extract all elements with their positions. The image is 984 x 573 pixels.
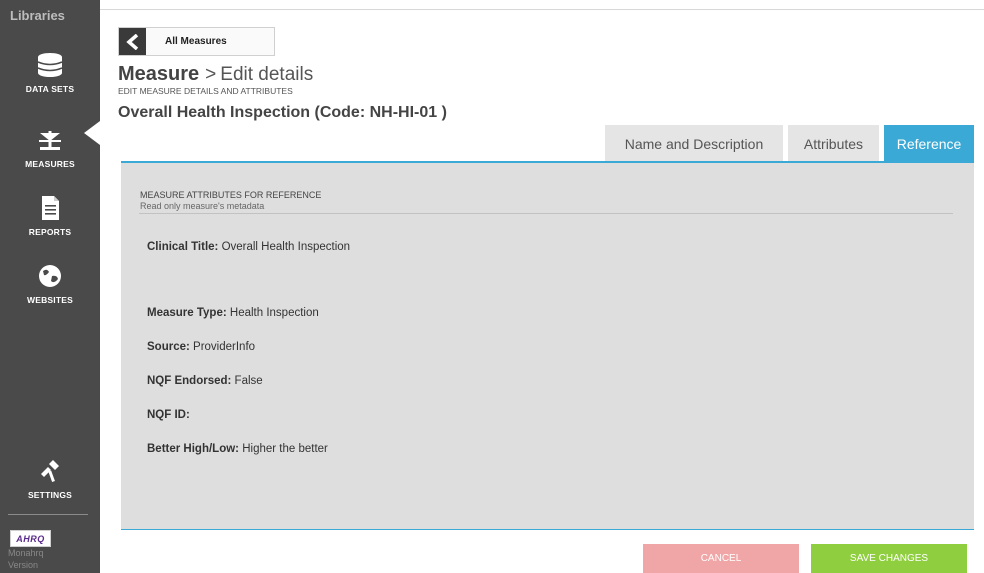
save-changes-button[interactable]: SAVE CHANGES (811, 544, 967, 573)
attribute-label: Source: (147, 341, 190, 353)
page-title-main: Measure (118, 63, 200, 85)
attribute-source: Source: ProviderInfo (147, 341, 255, 353)
active-indicator (84, 121, 100, 145)
header-divider (100, 9, 984, 10)
sidebar-item-data-sets[interactable]: DATA SETS (0, 52, 100, 94)
attribute-value: Higher the better (242, 443, 328, 455)
sidebar-item-label: DATA SETS (25, 84, 75, 94)
sidebar-item-settings[interactable]: SETTINGS (0, 458, 100, 500)
measure-name: Overall Health Inspection (Code: NH-HI-0… (118, 104, 447, 121)
attribute-value: False (234, 375, 263, 387)
ahrq-logo: AHRQ (10, 530, 51, 547)
globe-icon (39, 265, 61, 287)
attribute-label: Measure Type: (147, 307, 227, 319)
attribute-label: Clinical Title: (147, 241, 219, 253)
all-measures-label: All Measures (165, 36, 227, 47)
attribute-label: NQF Endorsed: (147, 375, 232, 387)
all-measures-button[interactable]: All Measures (118, 27, 275, 56)
libraries-label: Libraries (10, 8, 65, 23)
sidebar-item-reports[interactable]: REPORTS (0, 195, 100, 237)
version-label: Monahrq Version (8, 548, 44, 570)
measures-icon (39, 131, 61, 150)
sidebar-item-label: WEBSITES (27, 295, 73, 305)
tab-name-and-description[interactable]: Name and Description (605, 125, 783, 162)
sidebar-divider (8, 514, 88, 515)
tab-attributes[interactable]: Attributes (788, 125, 879, 162)
panel-subtitle: Read only measure's metadata (140, 201, 265, 211)
breadcrumb-separator: > (205, 64, 217, 85)
page-title-sub: Edit details (220, 64, 314, 85)
attribute-value: ProviderInfo (193, 341, 256, 353)
reference-panel: MEASURE ATTRIBUTES FOR REFERENCE Read on… (121, 161, 974, 530)
attribute-value: Overall Health Inspection (221, 241, 351, 253)
attribute-measure-type: Measure Type: Health Inspection (147, 307, 319, 319)
attribute-value: Health Inspection (229, 307, 319, 319)
attribute-clinical-title: Clinical Title: Overall Health Inspectio… (147, 241, 350, 253)
cancel-button[interactable]: CANCEL (643, 544, 799, 573)
back-arrow-icon[interactable] (119, 28, 146, 55)
report-icon (42, 196, 59, 220)
sidebar: Libraries DATA SETS MEASURES REPORTS WEB… (0, 0, 100, 573)
attribute-nqf-id: NQF ID: (147, 409, 190, 421)
panel-header: MEASURE ATTRIBUTES FOR REFERENCE Read on… (140, 190, 321, 211)
panel-title: MEASURE ATTRIBUTES FOR REFERENCE (140, 190, 322, 200)
sidebar-item-label: MEASURES (25, 159, 75, 169)
attribute-better-high-low: Better High/Low: Higher the better (147, 443, 328, 455)
attribute-label: NQF ID: (147, 409, 190, 421)
panel-divider (139, 213, 953, 214)
settings-icon (41, 460, 59, 482)
attribute-nqf-endorsed: NQF Endorsed: False (147, 375, 263, 387)
sidebar-item-label: SETTINGS (27, 490, 73, 500)
database-icon (37, 53, 63, 77)
tab-reference[interactable]: Reference (884, 125, 974, 162)
attribute-label: Better High/Low: (147, 443, 239, 455)
page-subtitle: EDIT MEASURE DETAILS AND ATTRIBUTES (118, 86, 293, 96)
sidebar-item-label: REPORTS (28, 227, 72, 237)
sidebar-item-websites[interactable]: WEBSITES (0, 263, 100, 305)
page-title: Measure > Edit details (118, 63, 313, 86)
